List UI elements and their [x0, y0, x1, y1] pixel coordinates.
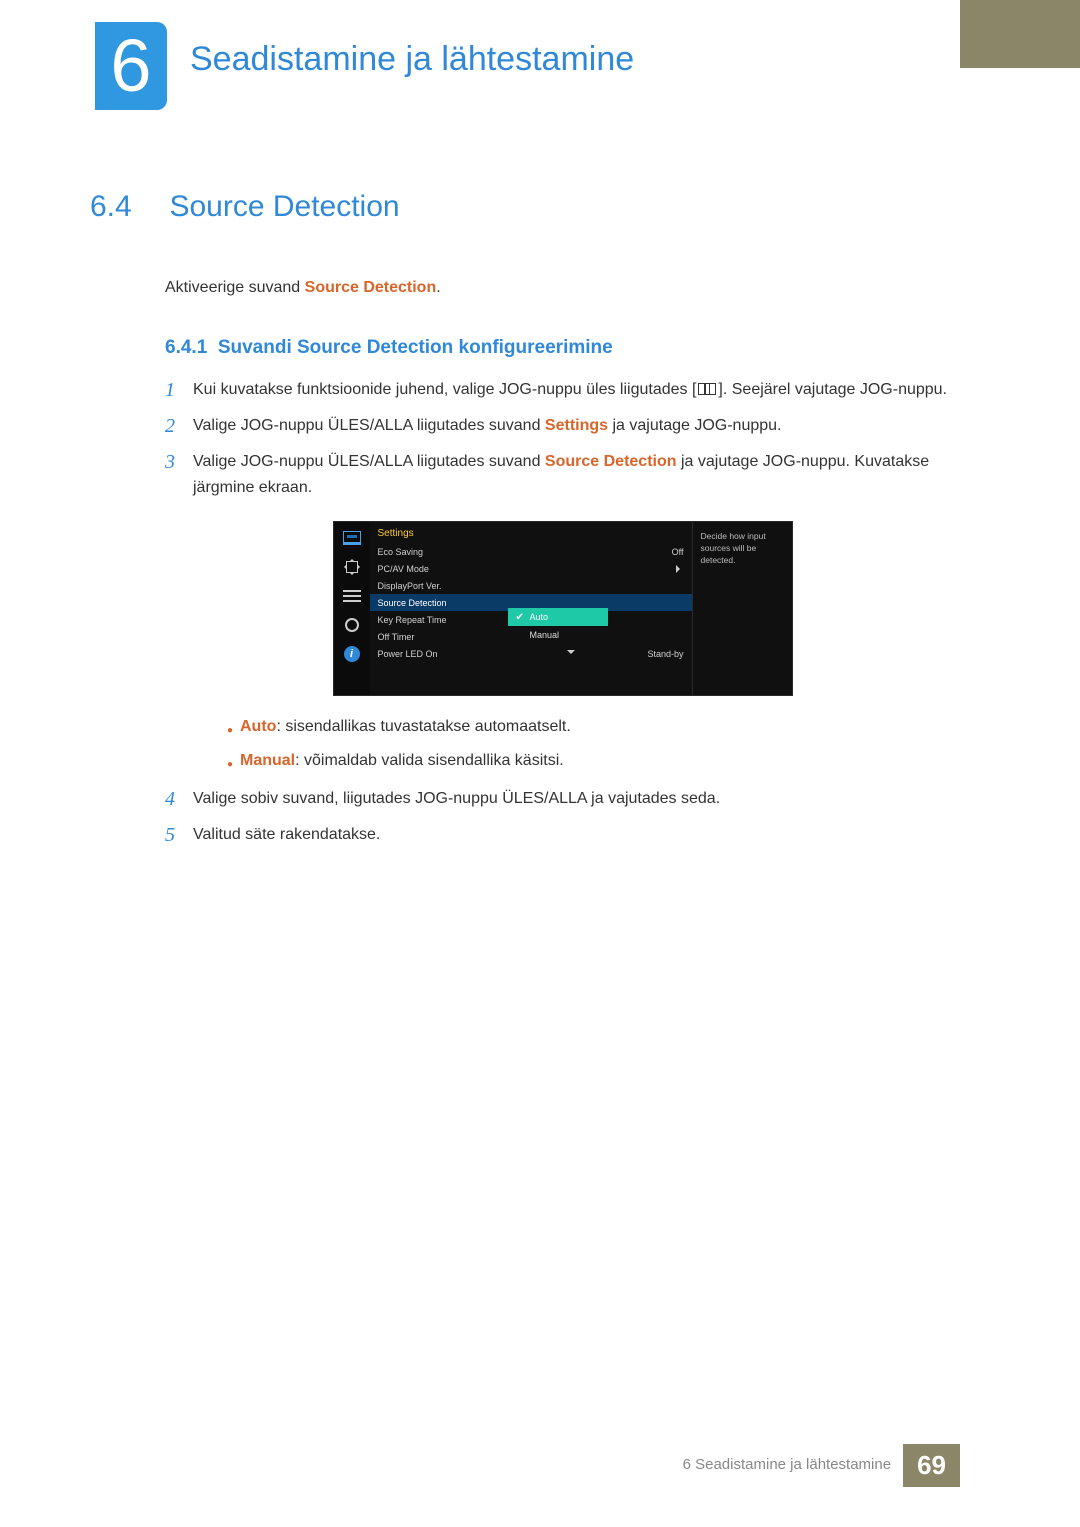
- step-number: 3: [165, 449, 193, 501]
- osd-hint: Decide how input sources will be detecte…: [692, 522, 792, 695]
- section-heading: 6.4 Source Detection: [90, 190, 960, 224]
- list-icon: [341, 586, 363, 606]
- subsection-heading: 6.4.1 Suvandi Source Detection konfigure…: [165, 337, 960, 359]
- osd-submenu: ✔ Auto Manual: [508, 608, 608, 644]
- footer-page-number: 69: [903, 1444, 960, 1487]
- osd-submenu-auto: ✔ Auto: [508, 608, 608, 626]
- step-text: Valige JOG-nuppu ÜLES/ALLA liigutades su…: [193, 449, 960, 501]
- osd-row-eco: Eco Saving Off: [370, 543, 692, 560]
- step-2: 2 Valige JOG-nuppu ÜLES/ALLA liigutades …: [165, 413, 960, 439]
- intro-highlight: Source Detection: [305, 279, 437, 296]
- step-text: Kui kuvatakse funktsioonide juhend, vali…: [193, 377, 960, 403]
- step-number: 1: [165, 377, 193, 403]
- info-icon: i: [341, 644, 363, 664]
- subsection-number: 6.4.1: [165, 337, 207, 358]
- step-text: Valitud säte rakendatakse.: [193, 822, 960, 848]
- step-number: 2: [165, 413, 193, 439]
- gear-icon: [341, 615, 363, 635]
- osd-row-pcav: PC/AV Mode: [370, 560, 692, 577]
- osd-title: Settings: [370, 526, 692, 543]
- section-number: 6.4: [90, 190, 165, 224]
- bullet-manual: ● Manual: võimaldab valida sisendallika …: [220, 750, 960, 776]
- osd-sidebar: i: [334, 522, 370, 695]
- step-4: 4 Valige sobiv suvand, liigutades JOG-nu…: [165, 786, 960, 812]
- step-5: 5 Valitud säte rakendatakse.: [165, 822, 960, 848]
- step-text: Valige sobiv suvand, liigutades JOG-nupp…: [193, 786, 960, 812]
- chevron-right-icon: [676, 565, 684, 573]
- osd-main: Settings Eco Saving Off PC/AV Mode Displ…: [370, 522, 692, 695]
- page-footer: 6 Seadistamine ja lähtestamine 69: [671, 1444, 960, 1487]
- footer-chapter-label: 6 Seadistamine ja lähtestamine: [671, 1444, 903, 1487]
- osd-row-dp: DisplayPort Ver.: [370, 577, 692, 594]
- step-text: Valige JOG-nuppu ÜLES/ALLA liigutades su…: [193, 413, 960, 439]
- intro-prefix: Aktiveerige suvand: [165, 279, 305, 296]
- bullet-dot-icon: ●: [220, 750, 240, 776]
- osd-row-power-led: Power LED On Stand-by: [370, 645, 692, 662]
- bullet-list: ● Auto: sisendallikas tuvastatakse autom…: [220, 716, 960, 776]
- step-number: 5: [165, 822, 193, 848]
- osd-submenu-manual: Manual: [508, 626, 608, 644]
- monitor-icon: [341, 528, 363, 548]
- menu-icon: [698, 383, 716, 395]
- step-3: 3 Valige JOG-nuppu ÜLES/ALLA liigutades …: [165, 449, 960, 501]
- bullet-dot-icon: ●: [220, 716, 240, 742]
- step-number: 4: [165, 786, 193, 812]
- chapter-tab: 6: [95, 22, 167, 110]
- check-icon: ✔: [516, 612, 526, 623]
- steps-list: 1 Kui kuvatakse funktsioonide juhend, va…: [165, 377, 960, 848]
- intro-suffix: .: [436, 279, 440, 296]
- chapter-number: 6: [110, 24, 151, 107]
- intro-paragraph: Aktiveerige suvand Source Detection.: [165, 279, 960, 297]
- chevron-down-icon: [567, 650, 575, 658]
- content-area: 6.4 Source Detection Aktiveerige suvand …: [90, 190, 960, 858]
- osd-menu: i Settings Eco Saving Off PC/AV Mode Dis…: [333, 521, 793, 696]
- section-title: Source Detection: [169, 190, 399, 224]
- chapter-title: Seadistamine ja lähtestamine: [190, 40, 634, 79]
- size-arrows-icon: [341, 557, 363, 577]
- subsection-title: Suvandi Source Detection konfigureerimin…: [218, 337, 613, 358]
- header-accent-bar: [960, 0, 1080, 68]
- step-1: 1 Kui kuvatakse funktsioonide juhend, va…: [165, 377, 960, 403]
- bullet-auto: ● Auto: sisendallikas tuvastatakse autom…: [220, 716, 960, 742]
